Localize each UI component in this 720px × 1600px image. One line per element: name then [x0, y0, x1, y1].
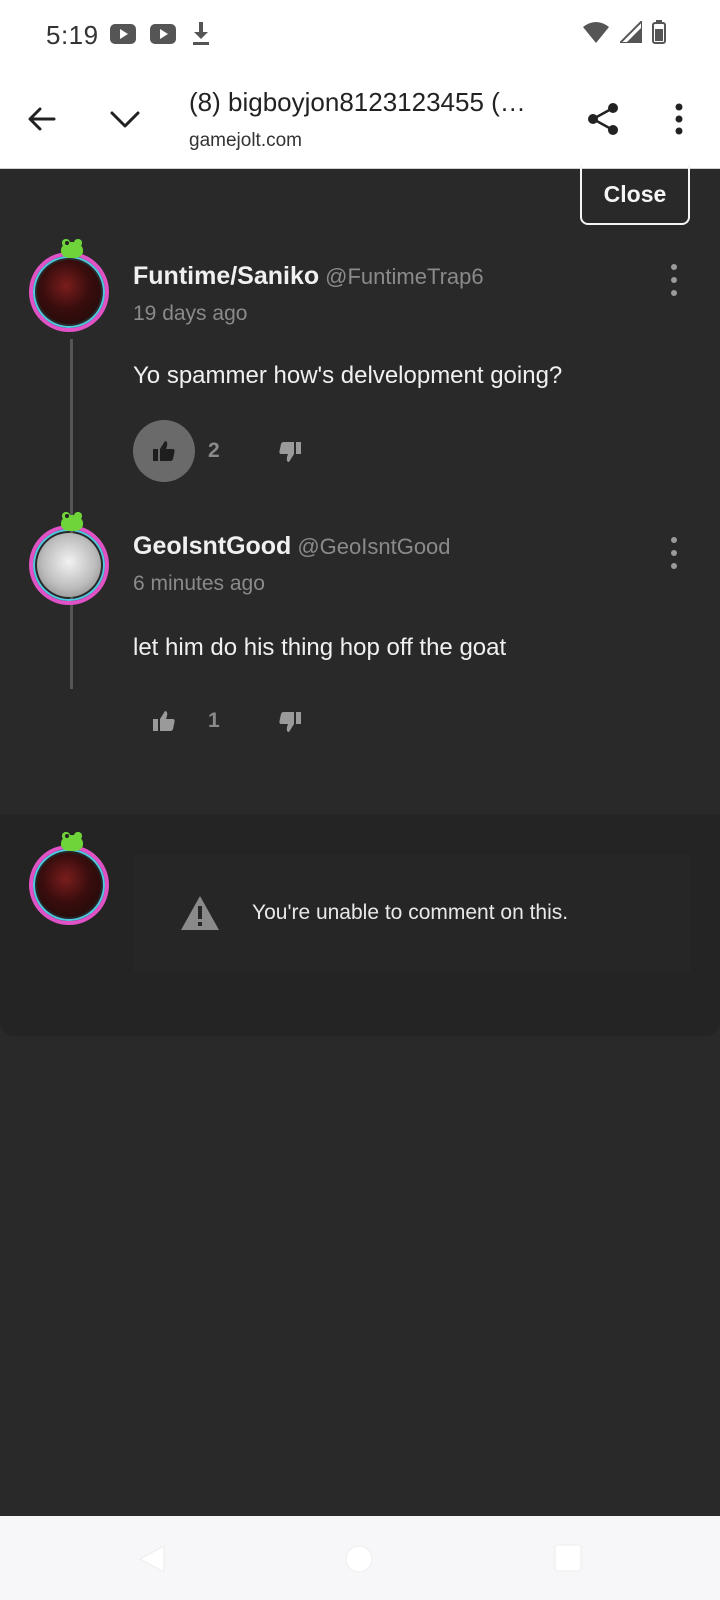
frog-badge-icon: [61, 832, 83, 851]
frog-badge-icon: [61, 239, 83, 258]
author-name[interactable]: GeoIsntGood: [133, 532, 291, 560]
battery-icon: [652, 20, 666, 49]
nav-recents-button[interactable]: [554, 1544, 582, 1577]
youtube-icon: [150, 24, 177, 49]
warning-icon: [180, 893, 220, 933]
comment-thread-modal: Close Funtime/Saniko @FuntimeTrap6 19 day…: [0, 165, 720, 1516]
comment-more-button[interactable]: [664, 537, 684, 569]
status-time: 5:19: [46, 20, 99, 50]
comment-author[interactable]: GeoIsntGood @GeoIsntGood: [133, 532, 451, 561]
more-vertical-icon: [675, 103, 683, 135]
comment-author[interactable]: Funtime/Saniko @FuntimeTrap6: [133, 262, 484, 291]
thumbs-down-icon: [279, 442, 301, 462]
dislike-button[interactable]: [272, 704, 308, 740]
thread-line: [70, 339, 73, 689]
comment-text: let him do his thing hop off the goat: [133, 634, 507, 661]
signal-icon: [617, 18, 643, 48]
comment-text: Yo spammer how's delvelopment going?: [133, 362, 563, 389]
comment-time[interactable]: 19 days ago: [133, 302, 247, 326]
system-nav-bar: [0, 1516, 720, 1600]
nav-back-button[interactable]: [138, 1544, 166, 1579]
author-handle[interactable]: @FuntimeTrap6: [325, 264, 483, 289]
comment-time[interactable]: 6 minutes ago: [133, 572, 265, 596]
thumbs-up-icon: [153, 711, 175, 731]
thumbs-up-icon: [153, 441, 175, 461]
comment-more-button[interactable]: [664, 264, 684, 296]
frog-badge-icon: [61, 512, 83, 531]
dislike-button[interactable]: [272, 434, 308, 470]
arrow-left-icon: [28, 107, 56, 131]
page-domain[interactable]: gamejolt.com: [189, 130, 302, 152]
circle-home-icon: [345, 1545, 373, 1573]
avatar: [29, 832, 109, 925]
avatar[interactable]: [29, 239, 109, 332]
triangle-back-icon: [138, 1545, 165, 1573]
thumbs-down-icon: [279, 712, 301, 732]
close-button[interactable]: Close: [580, 165, 690, 225]
notice-text: You're unable to comment on this.: [252, 901, 569, 924]
page-title[interactable]: (8) bigboyjon8123123455 (@b...: [189, 87, 549, 118]
square-recents-icon: [554, 1544, 582, 1572]
chevron-down-icon: [110, 111, 140, 128]
author-name[interactable]: Funtime/Saniko: [133, 262, 319, 290]
browser-toolbar: (8) bigboyjon8123123455 (@b... gamejolt.…: [0, 70, 720, 169]
like-button[interactable]: [133, 420, 195, 482]
like-count[interactable]: 2: [208, 439, 220, 463]
wifi-icon: [583, 21, 610, 48]
collapse-button[interactable]: [98, 92, 152, 146]
comment-composer: You're unable to comment on this.: [0, 814, 720, 1036]
comment-disabled-notice: You're unable to comment on this.: [133, 854, 691, 972]
back-button[interactable]: [15, 92, 69, 146]
youtube-icon: [110, 24, 136, 49]
download-icon: [191, 22, 211, 51]
nav-home-button[interactable]: [344, 1544, 374, 1579]
share-icon: [588, 103, 618, 135]
like-button[interactable]: [133, 690, 195, 752]
menu-button[interactable]: [652, 92, 706, 146]
avatar[interactable]: [29, 512, 109, 605]
like-count[interactable]: 1: [208, 709, 220, 733]
status-bar: 5:19: [0, 0, 720, 70]
author-handle[interactable]: @GeoIsntGood: [297, 534, 450, 559]
share-button[interactable]: [576, 92, 630, 146]
